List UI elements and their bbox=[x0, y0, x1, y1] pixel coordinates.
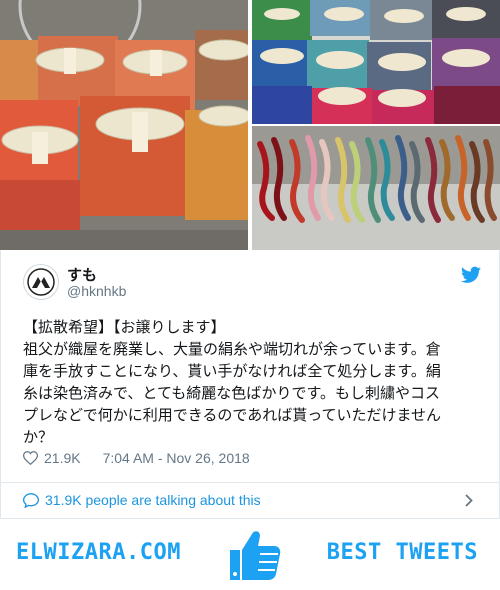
banner-tagline: BEST TWEETS bbox=[326, 540, 478, 565]
tweet-line: 祖父が織屋を廃業し、大量の絹糸や端切れが余っています。倉 bbox=[23, 340, 441, 358]
tweet-card: すも @hknhkb 【拡散希望】【お譲りします】 祖父が織屋を廃業し、大量の絹… bbox=[0, 250, 500, 483]
mountain-avatar-icon bbox=[27, 268, 55, 296]
photo-silk-skeins[interactable] bbox=[252, 126, 500, 250]
tweet-timestamp[interactable]: 7:04 AM - Nov 26, 2018 bbox=[103, 450, 250, 466]
avatar[interactable] bbox=[23, 264, 59, 300]
tweet-photo-grid bbox=[0, 0, 500, 250]
site-banner: ELWIZARA.COM BEST TWEETS bbox=[0, 522, 500, 584]
speech-bubble-icon bbox=[23, 492, 39, 508]
tweet-line: 糸は染色済みで、とても綺麗な色ばかりです。もし刺繍やコス bbox=[23, 384, 441, 402]
tweet-line: 庫を手放すことになり、貰い手がなければ全て処分します。絹 bbox=[23, 362, 441, 380]
tweet-line: か？ bbox=[23, 428, 54, 446]
conversation-count[interactable]: 31.9K people are talking about this bbox=[45, 492, 261, 508]
photo-thread-spools-large[interactable] bbox=[0, 0, 248, 250]
tweet-line: 【拡散希望】【お譲りします】 bbox=[23, 318, 226, 336]
twitter-bird-icon[interactable] bbox=[461, 266, 481, 284]
photo-thread-spools-colorful[interactable] bbox=[252, 0, 500, 124]
chevron-right-icon[interactable] bbox=[465, 494, 473, 507]
thumbs-up-icon bbox=[230, 531, 281, 580]
tweet-meta: 21.9K 7:04 AM - Nov 26, 2018 bbox=[23, 450, 250, 466]
like-count[interactable]: 21.9K bbox=[44, 450, 81, 466]
site-name[interactable]: ELWIZARA.COM bbox=[16, 540, 181, 565]
tweet-line: プレなどで何かに利用できるのであれば貰っていただけません bbox=[23, 406, 442, 424]
tweet-body: 【拡散希望】【お譲りします】 祖父が織屋を廃業し、大量の絹糸や端切れが余っていま… bbox=[23, 316, 483, 448]
conversation-link[interactable]: 31.9K people are talking about this bbox=[0, 482, 500, 519]
display-name[interactable]: すも bbox=[67, 264, 97, 285]
user-handle[interactable]: @hknhkb bbox=[67, 283, 126, 299]
heart-icon[interactable] bbox=[23, 451, 38, 465]
